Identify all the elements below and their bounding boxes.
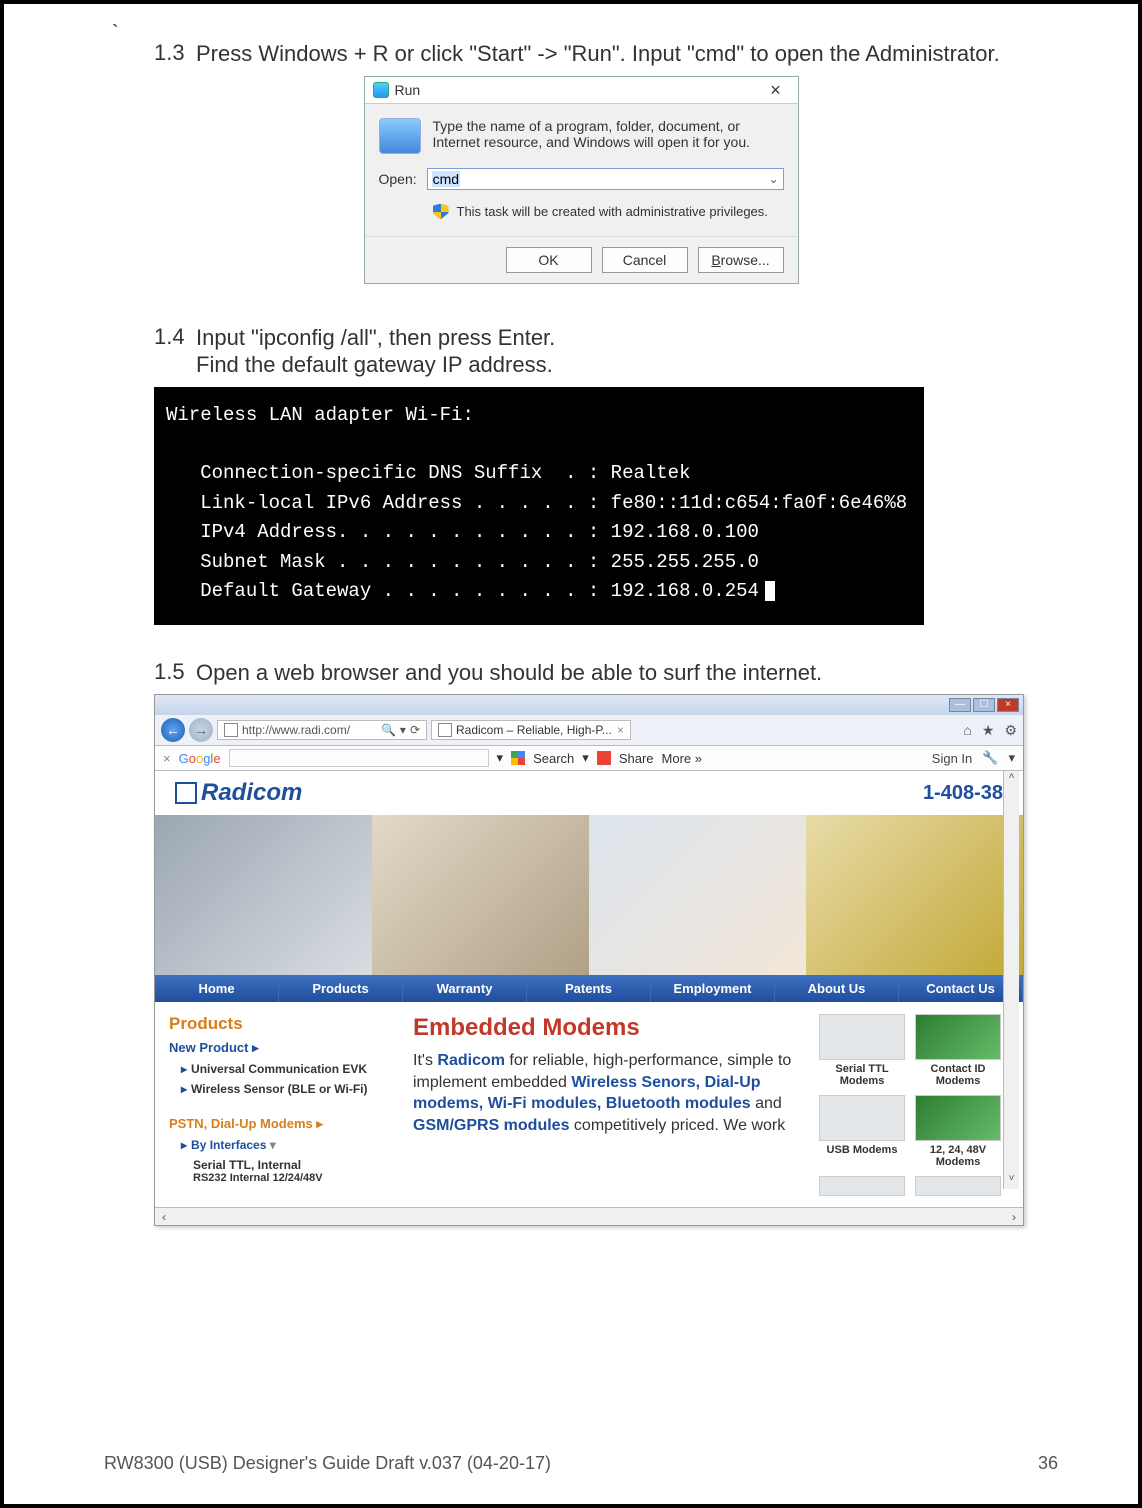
- star-icon[interactable]: ★: [982, 722, 995, 739]
- product-extra-1[interactable]: [819, 1176, 905, 1199]
- product-48v[interactable]: 12, 24, 48V Modems: [915, 1095, 1001, 1168]
- address-bar[interactable]: http://www.radi.com/ 🔍 ▾ ⟳: [217, 720, 427, 740]
- toolbar-close-icon[interactable]: ×: [163, 751, 171, 766]
- product-extra-2[interactable]: [915, 1176, 1001, 1199]
- tab-close-icon[interactable]: ×: [617, 723, 624, 737]
- step-text: Press Windows + R or click "Start" -> "R…: [196, 40, 1000, 68]
- sidebar-serial[interactable]: Serial TTL, Internal: [193, 1158, 399, 1172]
- run-large-icon: [379, 118, 421, 154]
- sidebar-pstn[interactable]: PSTN, Dial-Up Modems ▸: [169, 1116, 399, 1132]
- step-text: Open a web browser and you should be abl…: [196, 659, 822, 687]
- nav-employment[interactable]: Employment: [651, 975, 775, 1002]
- phone-number: 1-408-38: [923, 782, 1003, 805]
- run-dialog: Run × Type the name of a program, folder…: [364, 76, 799, 284]
- tab-title: Radicom – Reliable, High-P...: [456, 723, 612, 737]
- page-footer: RW8300 (USB) Designer's Guide Draft v.03…: [104, 1453, 1058, 1474]
- nav-warranty[interactable]: Warranty: [403, 975, 527, 1002]
- browse-button[interactable]: Browse...: [698, 247, 784, 273]
- refresh-button[interactable]: ⟳: [410, 723, 420, 737]
- step-text: Input "ipconfig /all", then press Enter.…: [196, 324, 555, 379]
- footer-page-number: 36: [1038, 1453, 1058, 1474]
- logo-mark-icon: [175, 782, 197, 804]
- content-body: It's Radicom for reliable, high-performa…: [413, 1050, 805, 1136]
- product-usb[interactable]: USB Modems: [819, 1095, 905, 1168]
- nav-about[interactable]: About Us: [775, 975, 899, 1002]
- chevron-down-icon[interactable]: ⌄: [768, 172, 778, 186]
- footer-left: RW8300 (USB) Designer's Guide Draft v.03…: [104, 1453, 551, 1474]
- signin-link[interactable]: Sign In: [932, 751, 972, 766]
- product-serial-ttl[interactable]: Serial TTL Modems: [819, 1014, 905, 1087]
- nav-patents[interactable]: Patents: [527, 975, 651, 1002]
- sidebar-rs232[interactable]: RS232 Internal 12/24/48V: [193, 1172, 399, 1184]
- sidebar-item-evk[interactable]: ▸Universal Communication EVK: [181, 1062, 399, 1076]
- scroll-up-icon[interactable]: ˄: [1004, 771, 1019, 787]
- back-button[interactable]: ←: [161, 718, 185, 742]
- scroll-left-icon[interactable]: ‹: [155, 1210, 173, 1224]
- google-dropdown-icon[interactable]: ▾: [497, 750, 504, 766]
- site-logo[interactable]: Radicom: [175, 779, 302, 807]
- sidebar-item-sensor[interactable]: ▸Wireless Sensor (BLE or Wi-Fi): [181, 1082, 399, 1096]
- page-icon: [224, 723, 238, 737]
- run-icon: [373, 82, 389, 98]
- run-title: Run: [395, 82, 421, 98]
- main-content: Embedded Modems It's Radicom for reliabl…: [413, 1014, 805, 1207]
- step-1-5: 1.5 Open a web browser and you should be…: [154, 659, 1058, 687]
- home-icon[interactable]: ⌂: [963, 722, 971, 739]
- step-1-3: 1.3 Press Windows + R or click "Start" -…: [154, 40, 1058, 68]
- cmd-cursor: [765, 581, 775, 601]
- run-description: Type the name of a program, folder, docu…: [433, 118, 784, 150]
- scroll-down-icon[interactable]: ˅: [1004, 1173, 1019, 1189]
- sidebar-new-product[interactable]: New Product ▸: [169, 1040, 399, 1056]
- google-search-input[interactable]: [229, 749, 489, 767]
- close-button[interactable]: ×: [762, 81, 790, 99]
- sidebar-by-interfaces[interactable]: ▸By Interfaces ▾: [181, 1138, 399, 1152]
- cmd-window: Wireless LAN adapter Wi-Fi: Connection-s…: [154, 387, 924, 625]
- google-logo: Google: [179, 751, 221, 766]
- ok-button[interactable]: OK: [506, 247, 592, 273]
- nav-products[interactable]: Products: [279, 975, 403, 1002]
- step-1-4: 1.4 Input "ipconfig /all", then press En…: [154, 324, 1058, 379]
- product-grid: Serial TTL Modems Contact ID Modems USB …: [819, 1014, 1009, 1207]
- search-icon[interactable]: [511, 751, 525, 765]
- close-button[interactable]: ×: [997, 698, 1019, 712]
- open-label: Open:: [379, 171, 417, 187]
- logo-text: Radicom: [201, 779, 302, 807]
- stray-backtick: `: [112, 22, 119, 45]
- cancel-button[interactable]: Cancel: [602, 247, 688, 273]
- nav-home[interactable]: Home: [155, 975, 279, 1002]
- vertical-scrollbar[interactable]: ˄ ˅: [1003, 771, 1019, 1189]
- open-input[interactable]: cmd ⌄: [427, 168, 784, 190]
- admin-privileges-text: This task will be created with administr…: [457, 204, 768, 219]
- forward-button[interactable]: →: [189, 718, 213, 742]
- open-value: cmd: [432, 171, 460, 187]
- share-label[interactable]: Share: [619, 751, 654, 766]
- search-label[interactable]: Search: [533, 751, 574, 766]
- step-number: 1.5: [154, 659, 196, 687]
- search-icon[interactable]: 🔍: [381, 723, 396, 737]
- step-number: 1.4: [154, 324, 196, 379]
- wrench-icon[interactable]: 🔧: [982, 750, 998, 766]
- url-text: http://www.radi.com/: [242, 723, 350, 737]
- browser-window: — ☐ × ← → http://www.radi.com/ 🔍 ▾ ⟳ Rad…: [154, 694, 1024, 1226]
- sidebar-heading-products: Products: [169, 1014, 399, 1034]
- browser-tab[interactable]: Radicom – Reliable, High-P... ×: [431, 720, 631, 740]
- share-icon[interactable]: [597, 751, 611, 765]
- scroll-right-icon[interactable]: ›: [1005, 1210, 1023, 1224]
- shield-icon: [433, 204, 449, 220]
- gear-icon[interactable]: ⚙: [1004, 722, 1017, 739]
- hero-banner: [155, 815, 1023, 975]
- more-label[interactable]: More »: [662, 751, 702, 766]
- horizontal-scrollbar[interactable]: ‹ ›: [155, 1207, 1023, 1225]
- product-contact-id[interactable]: Contact ID Modems: [915, 1014, 1001, 1087]
- dropdown-icon[interactable]: ▾: [400, 723, 406, 737]
- step-number: 1.3: [154, 40, 196, 68]
- content-title: Embedded Modems: [413, 1014, 805, 1042]
- maximize-button[interactable]: ☐: [973, 698, 995, 712]
- favicon-icon: [438, 723, 452, 737]
- google-toolbar: × Google ▾ Search ▾ Share More » Sign In…: [155, 746, 1023, 771]
- sidebar: Products New Product ▸ ▸Universal Commun…: [169, 1014, 399, 1207]
- site-navbar: Home Products Warranty Patents Employmen…: [155, 975, 1023, 1002]
- minimize-button[interactable]: —: [949, 698, 971, 712]
